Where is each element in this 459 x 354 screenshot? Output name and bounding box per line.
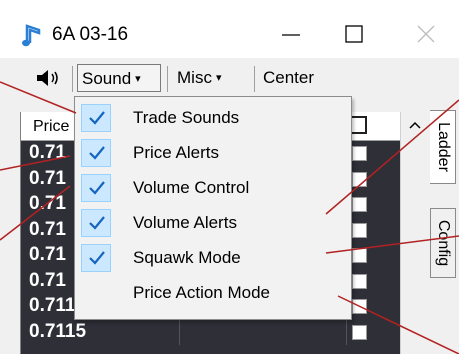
vertical-scrollbar[interactable]	[400, 112, 429, 354]
row-price: 0.71	[29, 193, 66, 214]
row-checkbox[interactable]	[352, 171, 367, 187]
tab-config[interactable]: Config	[430, 208, 456, 278]
menu-item[interactable]: Volume Alerts	[77, 206, 349, 240]
menu-item-label: Volume Alerts	[133, 213, 237, 232]
row-checkbox[interactable]	[352, 299, 367, 314]
column-divider	[179, 319, 180, 345]
menu-item-label: Volume Control	[133, 178, 250, 197]
close-icon[interactable]	[404, 16, 450, 52]
menu-item-label: Trade Sounds	[133, 108, 240, 127]
row-price: 0.71	[29, 244, 66, 265]
row-checkbox[interactable]	[352, 273, 367, 289]
menu-item[interactable]: Price Alerts	[77, 136, 349, 170]
chevron-down-icon: ▾	[215, 72, 222, 84]
row-price: 0.71	[29, 218, 66, 240]
row-checkbox[interactable]	[352, 324, 367, 340]
checkmark-icon	[81, 174, 111, 202]
window-title: 6A 03-16	[52, 24, 129, 45]
toolbar-separator	[167, 66, 168, 92]
music-note-icon	[22, 24, 41, 47]
scroll-up-arrow-icon[interactable]	[408, 120, 422, 130]
checkmark-icon	[81, 209, 111, 237]
sound-dropdown-menu: Trade Sounds Price Alerts Volume Control Vo…	[74, 96, 352, 320]
row-price: 0.7115	[29, 320, 87, 342]
app-window: 6A 03-16 Sound ▾ Misc ▾ Center Price 0.7…	[0, 0, 459, 354]
menu-item[interactable]: Trade Sounds	[77, 101, 349, 135]
row-checkbox[interactable]	[352, 146, 367, 161]
misc-menu-button[interactable]: Misc ▾	[173, 64, 251, 92]
toolbar-separator	[254, 66, 255, 92]
row-checkbox[interactable]	[352, 222, 367, 238]
row-checkbox[interactable]	[352, 248, 367, 263]
title-bar: 6A 03-16	[0, 0, 459, 58]
chevron-down-icon: ▾	[135, 73, 141, 85]
menu-item[interactable]: Squawk Mode	[77, 241, 349, 275]
checkmark-icon	[81, 244, 111, 272]
row-price: 0.71	[29, 142, 66, 163]
column-divider	[346, 319, 347, 345]
sound-menu-label: Sound	[82, 69, 132, 88]
misc-menu-label: Misc	[177, 68, 212, 87]
sound-menu-button[interactable]: Sound ▾	[77, 64, 161, 92]
price-column-header[interactable]: Price	[33, 118, 69, 136]
menu-item-label: Price Action Mode	[133, 283, 271, 302]
menu-item-label: Price Alerts	[133, 143, 219, 162]
menu-item-label: Squawk Mode	[133, 248, 241, 267]
center-button[interactable]: Center	[259, 64, 321, 92]
tab-ladder[interactable]: Ladder	[430, 110, 456, 184]
row-checkbox[interactable]	[352, 197, 367, 212]
minimize-icon[interactable]	[268, 16, 314, 52]
speaker-icon[interactable]	[34, 68, 64, 88]
toolbar-separator	[72, 66, 73, 92]
tab-config-label: Config	[435, 219, 452, 267]
menu-item[interactable]: Volume Control	[77, 171, 349, 205]
row-price: 0.71	[29, 167, 66, 189]
tab-ladder-label: Ladder	[434, 122, 452, 172]
checkmark-icon	[81, 139, 111, 167]
row-price: 0.71	[29, 269, 66, 291]
side-tabs: Ladder Config	[428, 100, 459, 354]
maximize-icon[interactable]	[334, 16, 380, 52]
checkmark-icon	[81, 104, 111, 132]
menu-item[interactable]: Price Action Mode	[77, 276, 349, 310]
table-row[interactable]: 0.7115	[21, 319, 401, 345]
toolbar: Sound ▾ Misc ▾ Center	[0, 58, 459, 98]
